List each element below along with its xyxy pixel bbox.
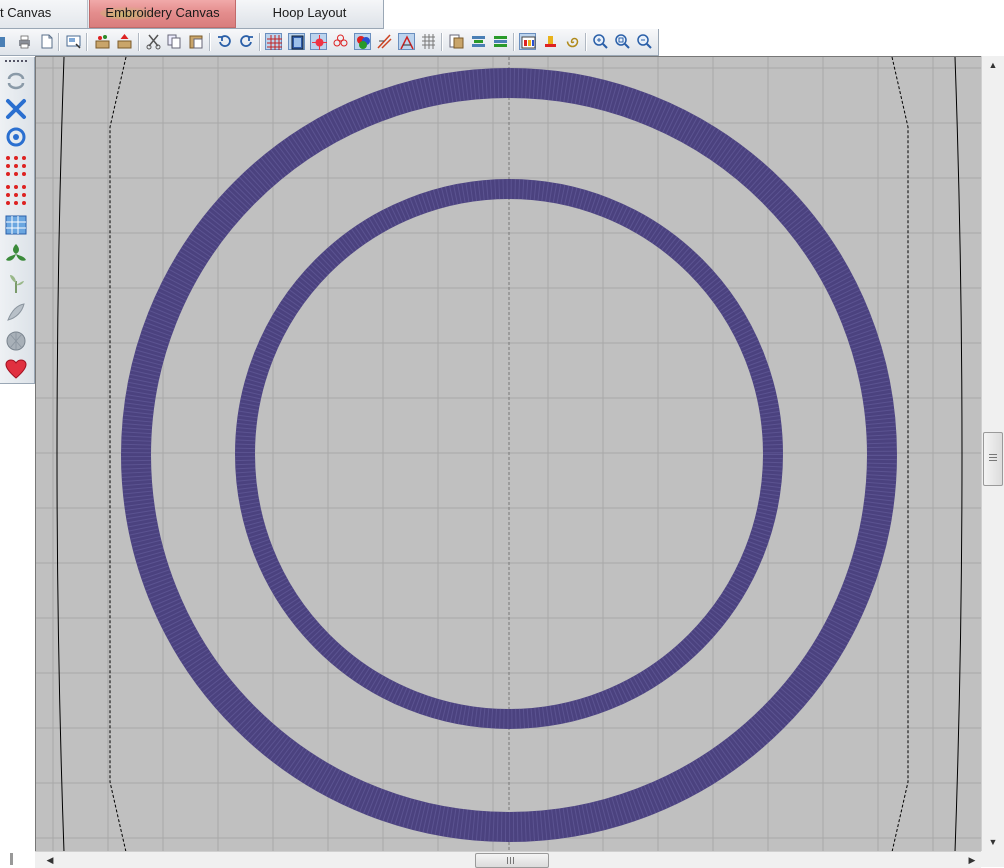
dots-grid-icon[interactable]	[4, 154, 28, 178]
tab-hoop-layout[interactable]: Hoop Layout	[237, 0, 382, 28]
canvas-drawing	[36, 57, 982, 852]
zoom-out-icon[interactable]	[636, 33, 653, 50]
scroll-grip	[507, 857, 515, 864]
hoop-icon[interactable]	[288, 33, 305, 50]
page-setup-icon[interactable]	[38, 33, 55, 50]
redo-icon[interactable]	[238, 33, 255, 50]
feather-icon[interactable]	[4, 300, 28, 324]
tab-embroidery-canvas[interactable]: Embroidery Canvas	[89, 0, 236, 28]
palette-icon[interactable]	[492, 33, 509, 50]
zoom-fit-icon[interactable]	[614, 33, 631, 50]
tab-strip: t Canvas Embroidery Canvas Hoop Layout	[0, 0, 1004, 29]
split-icon[interactable]	[376, 33, 393, 50]
copy-icon[interactable]	[166, 33, 183, 50]
export-icon[interactable]	[116, 33, 133, 50]
tab-embroidery-canvas-label: Embroidery Canvas	[105, 5, 220, 20]
dots-grid-alt-icon[interactable]	[4, 183, 28, 207]
color-chart-icon[interactable]	[519, 33, 536, 50]
heart-icon[interactable]	[4, 357, 28, 381]
knot-icon[interactable]	[4, 125, 28, 149]
scroll-right-icon[interactable]: ▶	[965, 853, 979, 867]
import-icon[interactable]	[94, 33, 111, 50]
zoom-in-icon[interactable]	[592, 33, 609, 50]
cut-icon[interactable]	[145, 33, 162, 50]
undo-icon[interactable]	[216, 33, 233, 50]
sequence-icon[interactable]	[470, 33, 487, 50]
stitch-icon[interactable]	[310, 33, 327, 50]
vertical-scroll-thumb[interactable]	[983, 432, 1003, 486]
paste-icon[interactable]	[188, 33, 205, 50]
scroll-grip	[989, 454, 997, 461]
matrix-icon[interactable]	[398, 33, 415, 50]
splitter-handle[interactable]	[10, 853, 13, 865]
motif-icon[interactable]	[4, 242, 28, 266]
grid-icon[interactable]	[265, 33, 282, 50]
preview-icon[interactable]	[65, 33, 82, 50]
tab-hoop-layout-label: Hoop Layout	[272, 5, 347, 20]
vertical-scrollbar[interactable]: ▲ ▼	[981, 56, 1004, 851]
tab-art-canvas-label: t Canvas	[0, 5, 52, 20]
embroidery-canvas[interactable]	[35, 56, 982, 852]
flower-icon[interactable]	[332, 33, 349, 50]
print-icon[interactable]	[16, 33, 33, 50]
palette-grip[interactable]	[5, 60, 29, 62]
scroll-up-icon[interactable]: ▲	[986, 58, 1000, 72]
stamp-icon[interactable]	[542, 33, 559, 50]
horizontal-scroll-thumb[interactable]	[475, 853, 549, 868]
plant-icon[interactable]	[4, 271, 28, 295]
status-corner	[0, 851, 35, 867]
scroll-left-icon[interactable]: ◀	[43, 853, 57, 867]
left-tool-palette	[0, 57, 35, 384]
shell-icon[interactable]	[4, 329, 28, 353]
align-icon[interactable]	[448, 33, 465, 50]
spiral-icon[interactable]	[564, 33, 581, 50]
main-toolbar	[0, 29, 659, 56]
rotate-icon[interactable]	[4, 69, 28, 93]
horizontal-scrollbar[interactable]: ◀ ▶	[35, 851, 981, 868]
cross-stitch-icon[interactable]	[4, 97, 28, 121]
tab-art-canvas[interactable]: t Canvas	[0, 0, 88, 28]
scroll-down-icon[interactable]: ▼	[986, 835, 1000, 849]
resize-grip[interactable]	[981, 851, 1004, 867]
color-icon[interactable]	[354, 33, 371, 50]
layers-icon[interactable]	[420, 33, 437, 50]
fill-grid-icon[interactable]	[4, 213, 28, 237]
open-icon[interactable]	[0, 33, 17, 50]
